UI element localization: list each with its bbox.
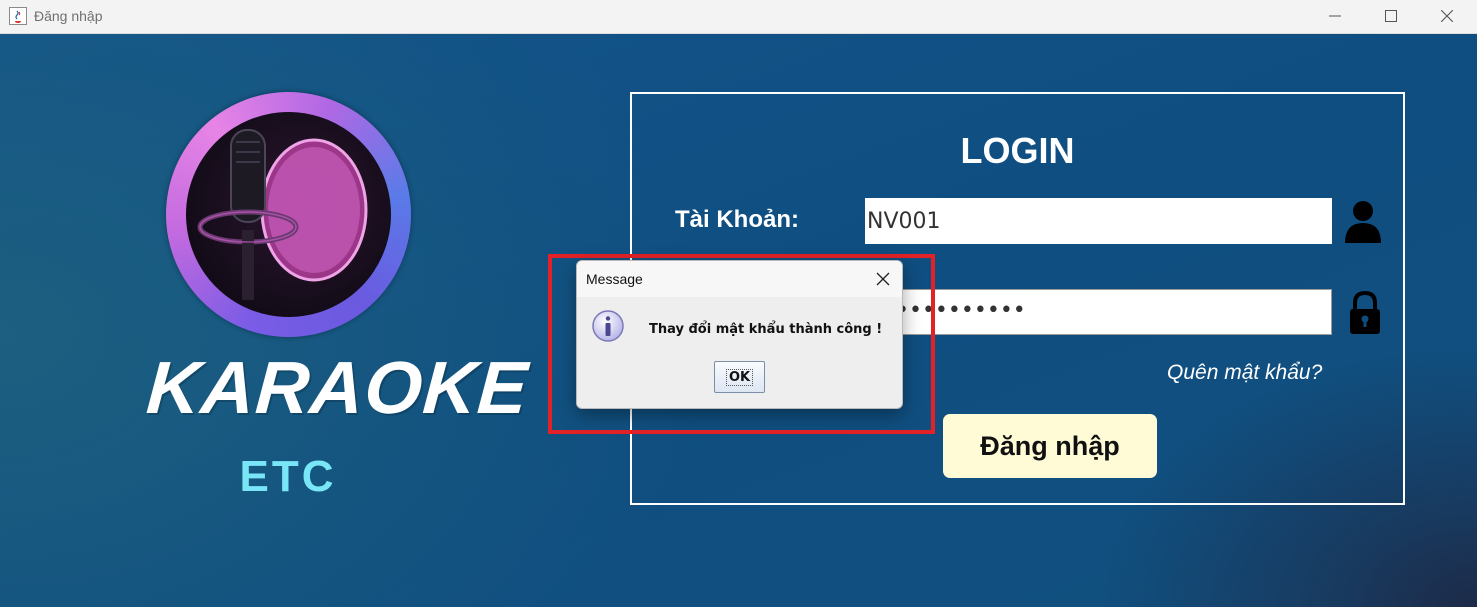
- message-dialog: Message Thay đổi mật khẩu thành công ! O…: [576, 260, 903, 409]
- window-title: Đăng nhập: [34, 8, 103, 24]
- forgot-password-link[interactable]: Quên mật khẩu?: [1167, 361, 1322, 385]
- password-input[interactable]: ••••••••••: [865, 289, 1332, 335]
- login-button[interactable]: Đăng nhập: [943, 414, 1157, 478]
- info-icon: [591, 309, 627, 349]
- brand-subtitle: ETC: [239, 452, 337, 501]
- account-label: Tài Khoản:: [675, 206, 799, 233]
- close-window-button[interactable]: [1424, 0, 1470, 33]
- dialog-title: Message: [586, 271, 643, 287]
- dialog-titlebar: Message: [577, 261, 902, 297]
- ok-button[interactable]: OK: [714, 361, 765, 393]
- dialog-close-icon[interactable]: [874, 270, 892, 288]
- user-icon: [1344, 200, 1382, 248]
- minimize-button[interactable]: [1312, 0, 1358, 33]
- dialog-message: Thay đổi mật khẩu thành công !: [649, 322, 883, 337]
- window-titlebar: Đăng nhập: [0, 0, 1477, 34]
- java-app-icon: [9, 7, 27, 25]
- lock-icon: [1348, 290, 1382, 339]
- maximize-button[interactable]: [1368, 0, 1414, 33]
- username-input[interactable]: [865, 198, 1332, 244]
- microphone-logo-icon: [166, 92, 411, 337]
- login-heading: LOGIN: [960, 130, 1075, 171]
- brand-title: KARAOKE: [144, 346, 532, 429]
- ok-button-label: OK: [725, 368, 754, 386]
